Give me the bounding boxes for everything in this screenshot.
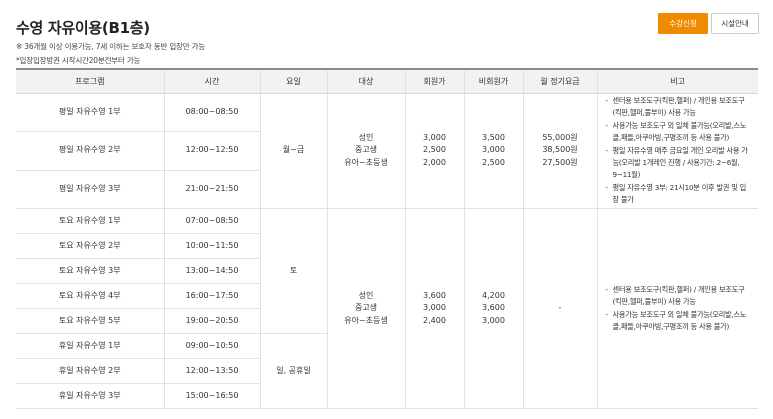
program-time: 12:00~13:50 [163, 358, 260, 384]
program-time: 09:00~10:50 [163, 333, 260, 359]
monthly-fee: 38,500원 [542, 145, 578, 155]
header-remarks: 비고 [596, 69, 758, 94]
age-notice: ※ 36개월 이상 이용가능, 7세 이하는 보호자 동반 입장만 가능 [16, 42, 206, 51]
program-name: 휴일 자유수영 3부 [16, 383, 164, 409]
program-days: 토 [259, 208, 327, 334]
schedule-table: 프로그램 시간 요일 대상 회원가 비회원가 월 정기요금 비고 평일 자유수영… [16, 68, 758, 409]
target-child: 유아~초등생 [344, 315, 388, 325]
target-youth: 중고생 [354, 303, 378, 313]
program-name: 토요 자유수영 1부 [16, 208, 164, 234]
target-adult: 성인 [358, 132, 374, 142]
program-name: 휴일 자유수영 2부 [16, 358, 164, 384]
nonmember-price: 3,600 [482, 303, 505, 313]
header-monthly-fee: 월 정기요금 [522, 69, 597, 94]
table-row: 토요 자유수영 1부 07:00~08:50 토 성인 중고생 유아~초등생 3… [16, 208, 758, 409]
program-time: 21:00~21:50 [163, 170, 260, 209]
table-row: 평일 자유수영 1부 08:00~08:50 월~금 성인 중고생 유아~초등생… [16, 93, 758, 209]
program-name: 토요 자유수영 5부 [16, 308, 164, 334]
member-price-cell: 3,600 3,000 2,400 [404, 208, 464, 409]
target-youth: 중고생 [354, 145, 378, 155]
facility-guide-button[interactable]: 시설안내 [711, 13, 759, 34]
member-price: 2,500 [423, 145, 446, 155]
member-price: 2,400 [423, 315, 446, 325]
remark-item: 센터용 보조도구(킥판,헬퍼) / 개인용 보조도구(킥판,헬퍼,풀부이) 사용… [606, 284, 753, 309]
nonmember-price-cell: 3,500 3,000 2,500 [463, 93, 523, 209]
remark-item: 사용가능 보조도구 외 일체 불가능(오리발,스노클,패들,아쿠아빙,구명조끼 … [606, 120, 753, 145]
program-name: 토요 자유수영 2부 [16, 233, 164, 259]
header-program: 프로그램 [16, 69, 164, 94]
member-price: 3,000 [423, 132, 446, 142]
remark-item: 평일 자유수영 매주 금요일 개인 오리발 사용 가능(오리발 1개레인 진행 … [606, 145, 753, 182]
program-time: 07:00~08:50 [163, 208, 260, 234]
monthly-fee: 55,000원 [542, 132, 578, 142]
header-member-price: 회원가 [404, 69, 464, 94]
program-days: 월~금 [259, 93, 327, 209]
program-name: 토요 자유수영 3부 [16, 258, 164, 284]
nonmember-price: 2,500 [482, 158, 505, 168]
header-time: 시간 [163, 69, 260, 94]
header-nonmember-price: 비회원가 [463, 69, 523, 94]
program-time: 08:00~08:50 [163, 93, 260, 132]
program-time: 12:00~12:50 [163, 131, 260, 171]
page-title: 수영 자유이용(B1층) [16, 19, 150, 37]
member-price-cell: 3,000 2,500 2,000 [404, 93, 464, 209]
entry-time-notice: *입장입장방권 시작시간20분전부터 가능 [16, 56, 141, 65]
remarks-cell: 센터용 보조도구(킥판,헬퍼) / 개인용 보조도구(킥판,헬퍼,풀부이) 사용… [596, 93, 758, 209]
table-header-row: 프로그램 시간 요일 대상 회원가 비회원가 월 정기요금 비고 [16, 69, 758, 94]
remark-item: 평일 자유수영 3부: 21시10분 이후 발권 및 입장 불가 [606, 182, 753, 207]
program-name: 평일 자유수영 2부 [16, 131, 164, 171]
nonmember-price: 4,200 [482, 290, 505, 300]
nonmember-price: 3,500 [482, 132, 505, 142]
monthly-fee: 27,500원 [542, 158, 578, 168]
header-target: 대상 [326, 69, 405, 94]
apply-button[interactable]: 수강신청 [658, 13, 708, 34]
program-time: 10:00~11:50 [163, 233, 260, 259]
program-name: 평일 자유수영 3부 [16, 170, 164, 209]
nonmember-price-cell: 4,200 3,600 3,000 [463, 208, 523, 409]
header-days: 요일 [259, 69, 327, 94]
program-name: 평일 자유수영 1부 [16, 93, 164, 132]
target-adult: 성인 [358, 290, 374, 300]
remark-item: 사용가능 보조도구 외 일체 불가능(오리발,스노클,패들,아쿠아빙,구명조끼 … [606, 309, 753, 334]
member-price: 3,600 [423, 290, 446, 300]
target-cell: 성인 중고생 유아~초등생 [326, 208, 405, 409]
program-time: 16:00~17:50 [163, 283, 260, 309]
program-days: 일, 공휴일 [259, 333, 327, 409]
member-price: 3,000 [423, 303, 446, 313]
program-time: 15:00~16:50 [163, 383, 260, 409]
remarks-cell: 센터용 보조도구(킥판,헬퍼) / 개인용 보조도구(킥판,헬퍼,풀부이) 사용… [596, 208, 758, 409]
target-cell: 성인 중고생 유아~초등생 [326, 93, 405, 209]
monthly-fee-cell: 55,000원 38,500원 27,500원 [522, 93, 597, 209]
monthly-fee: - [522, 208, 597, 409]
program-name: 휴일 자유수영 1부 [16, 333, 164, 359]
nonmember-price: 3,000 [482, 145, 505, 155]
member-price: 2,000 [423, 158, 446, 168]
program-time: 13:00~14:50 [163, 258, 260, 284]
nonmember-price: 3,000 [482, 315, 505, 325]
program-time: 19:00~20:50 [163, 308, 260, 334]
program-name: 토요 자유수영 4부 [16, 283, 164, 309]
target-child: 유아~초등생 [344, 158, 388, 168]
remark-item: 센터용 보조도구(킥판,헬퍼) / 개인용 보조도구(킥판,헬퍼,풀부이) 사용… [606, 95, 753, 120]
